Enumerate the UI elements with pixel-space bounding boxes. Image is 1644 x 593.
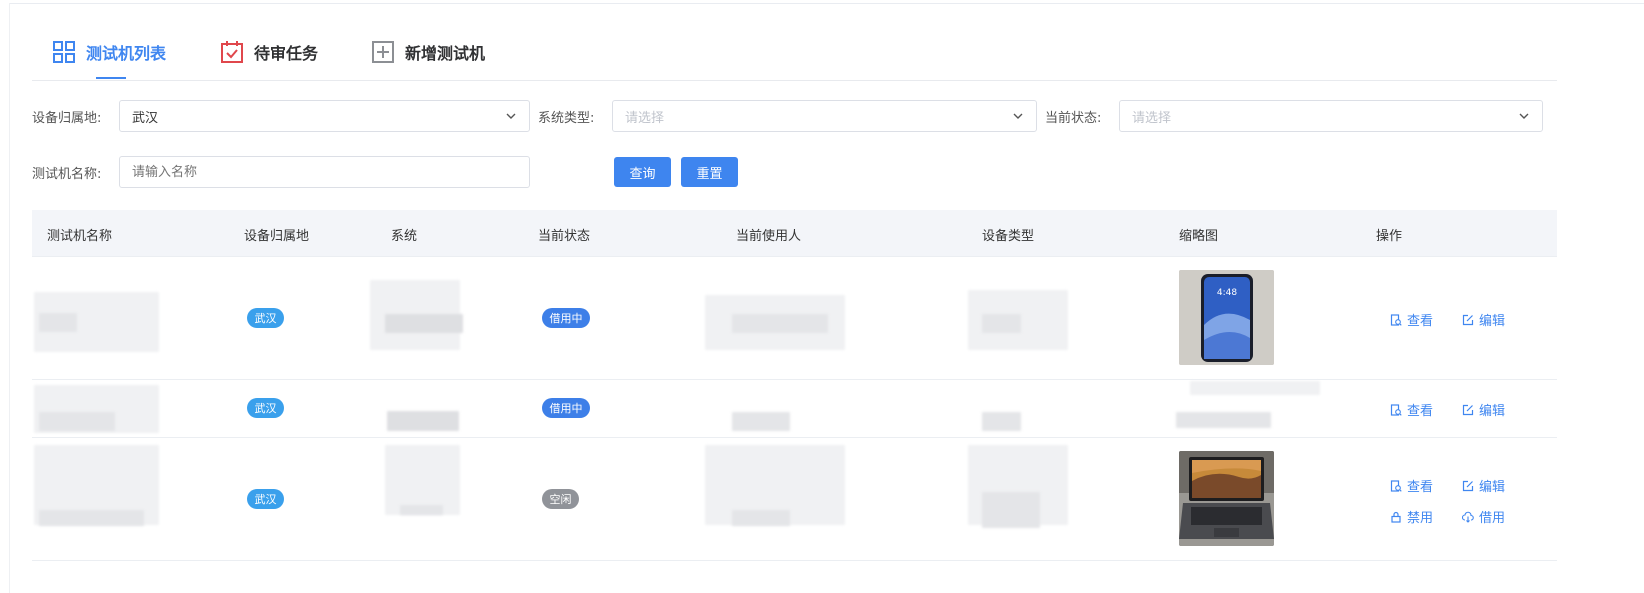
borrow-label: 借用 <box>1479 511 1506 526</box>
view-label: 查看 <box>1407 314 1434 329</box>
system-type-select[interactable]: 请选择 <box>612 100 1037 132</box>
redacted-device-name <box>39 313 77 332</box>
device-name-label: 测试机名称: <box>32 167 102 182</box>
system-type-label: 系统类型: <box>538 111 595 126</box>
column-header: 当前使用人 <box>736 229 802 244</box>
row-divider <box>32 379 1557 380</box>
row-divider <box>32 560 1557 561</box>
row-divider <box>32 256 1557 257</box>
edit-button[interactable]: 编辑 <box>1462 310 1505 329</box>
laptop-image <box>1179 451 1274 546</box>
chevron-down-icon <box>506 113 516 119</box>
view-icon <box>1390 403 1402 416</box>
cloud-download-icon <box>1462 511 1474 523</box>
status-tag: 借用中 <box>542 308 590 328</box>
location-label: 设备归属地: <box>32 111 102 126</box>
status-placeholder: 请选择 <box>1132 110 1172 126</box>
edit-label: 编辑 <box>1479 314 1506 329</box>
redacted-system <box>385 314 463 333</box>
edit-label: 编辑 <box>1479 404 1506 419</box>
tab-label: 新增测试机 <box>405 44 486 63</box>
view-button[interactable]: 查看 <box>1390 476 1433 495</box>
device-thumbnail-phone[interactable]: 4:48 <box>1179 270 1274 365</box>
status-tag: 空闲 <box>542 489 579 509</box>
column-header: 当前状态 <box>538 229 591 244</box>
edit-icon <box>1462 314 1474 325</box>
borrow-button[interactable]: 借用 <box>1462 507 1505 526</box>
location-select[interactable]: 武汉 <box>119 100 530 132</box>
redacted-user <box>732 314 828 333</box>
lock-icon <box>1391 511 1401 523</box>
location-tag: 武汉 <box>247 489 284 509</box>
location-tag: 武汉 <box>247 398 284 418</box>
edit-icon <box>1462 404 1474 415</box>
calendar-check-icon <box>221 41 243 63</box>
view-label: 查看 <box>1407 480 1434 495</box>
edit-button[interactable]: 编辑 <box>1462 400 1505 419</box>
grid-icon <box>53 41 75 63</box>
reset-button[interactable]: 重置 <box>681 157 738 187</box>
edit-icon <box>1462 480 1474 491</box>
tabs-divider <box>32 80 1557 81</box>
tab-pending-tasks[interactable]: 待审任务 <box>220 40 318 64</box>
column-header: 系统 <box>391 229 418 244</box>
phone-clock: 4:48 <box>1217 288 1237 298</box>
column-header: 设备类型 <box>982 229 1035 244</box>
location-value: 武汉 <box>132 110 159 126</box>
query-button[interactable]: 查询 <box>614 157 671 187</box>
redacted-area <box>1190 381 1320 395</box>
status-label: 当前状态: <box>1045 111 1102 126</box>
table-header: 测试机名称 设备归属地 系统 当前状态 当前使用人 设备类型 缩略图 操作 <box>32 210 1557 256</box>
device-name-input[interactable] <box>119 156 530 188</box>
column-header: 测试机名称 <box>47 229 113 244</box>
active-tab-indicator <box>96 77 126 79</box>
view-icon <box>1390 313 1402 326</box>
redacted-device-type <box>982 314 1021 333</box>
chevron-down-icon <box>1013 113 1023 119</box>
disable-button[interactable]: 禁用 <box>1390 507 1433 526</box>
redacted-device-name <box>39 510 144 526</box>
tab-add-device[interactable]: 新增测试机 <box>371 40 485 64</box>
view-icon <box>1390 479 1402 492</box>
device-thumbnail-laptop[interactable] <box>1179 451 1274 546</box>
column-header: 设备归属地 <box>244 229 310 244</box>
frame-top-border <box>10 3 1644 4</box>
chevron-down-icon <box>1519 113 1529 119</box>
status-select[interactable]: 请选择 <box>1119 100 1543 132</box>
redacted-device-type <box>982 492 1040 528</box>
edit-button[interactable]: 编辑 <box>1462 476 1505 495</box>
view-button[interactable]: 查看 <box>1390 310 1433 329</box>
tab-label: 待审任务 <box>254 44 319 63</box>
plus-square-icon <box>372 41 394 63</box>
disable-label: 禁用 <box>1407 511 1434 526</box>
tab-label: 测试机列表 <box>86 44 167 63</box>
view-label: 查看 <box>1407 404 1434 419</box>
redacted-system <box>387 411 459 431</box>
status-tag: 借用中 <box>542 398 590 418</box>
phone-image: 4:48 <box>1179 270 1274 365</box>
redacted-user <box>732 412 790 431</box>
edit-label: 编辑 <box>1479 480 1506 495</box>
column-header: 操作 <box>1376 229 1403 244</box>
redacted-thumbnail <box>1176 412 1271 428</box>
view-button[interactable]: 查看 <box>1390 400 1433 419</box>
tab-device-list[interactable]: 测试机列表 <box>52 40 166 64</box>
redacted-device-type <box>982 412 1021 431</box>
system-type-placeholder: 请选择 <box>625 110 665 126</box>
redacted-device-name <box>39 412 115 431</box>
redacted-user <box>732 510 790 526</box>
frame-left-border <box>9 3 10 593</box>
row-divider <box>32 437 1557 438</box>
column-header: 缩略图 <box>1179 229 1219 244</box>
location-tag: 武汉 <box>247 308 284 328</box>
redacted-system <box>400 505 443 515</box>
